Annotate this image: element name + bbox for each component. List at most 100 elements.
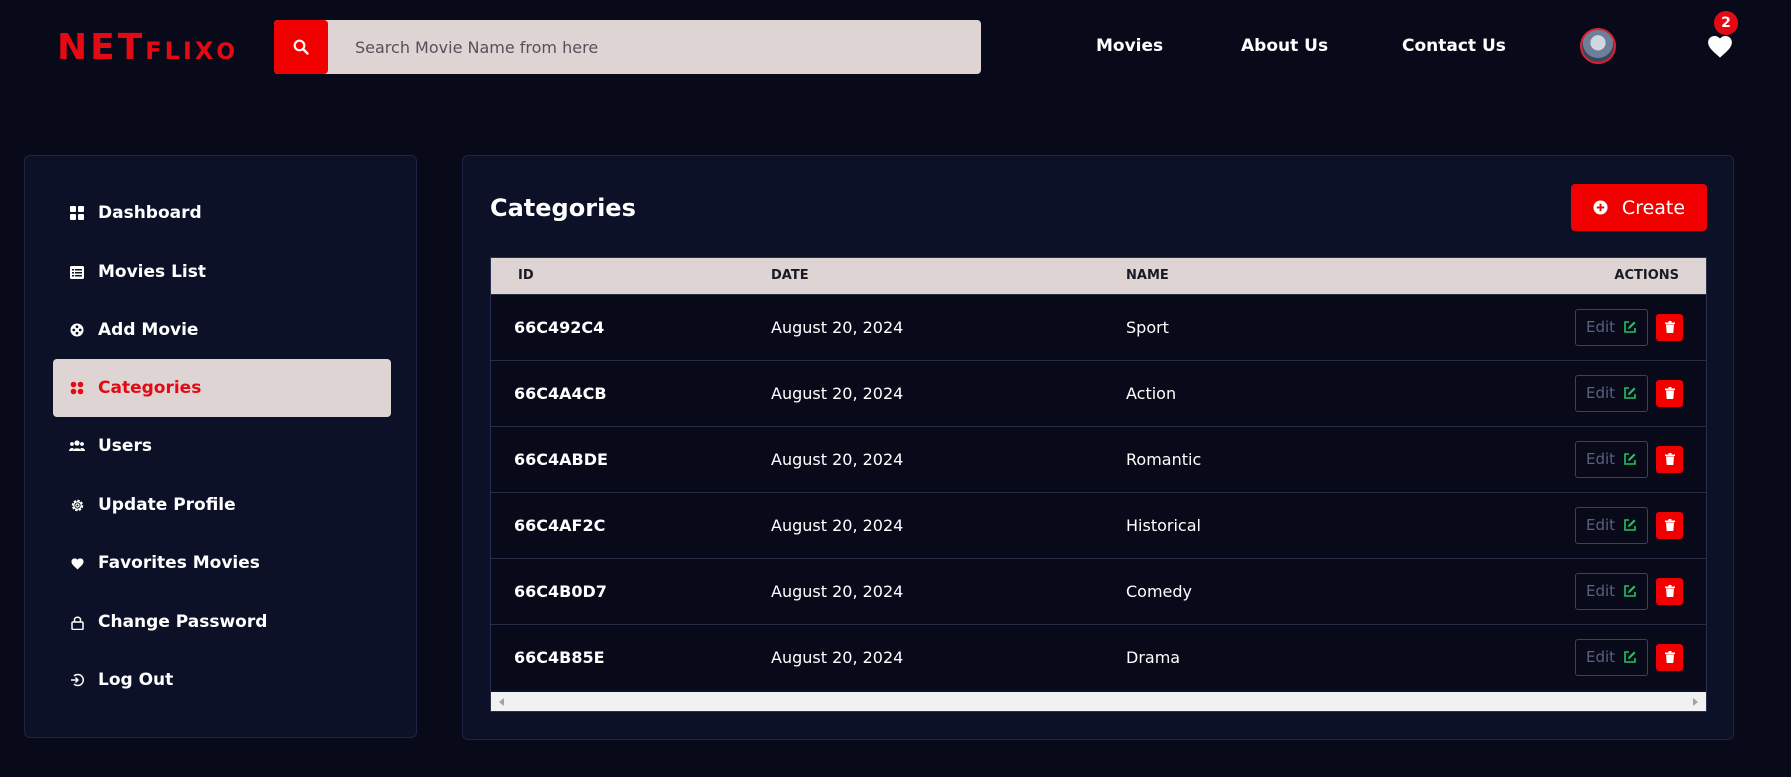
search-icon — [293, 39, 309, 55]
edit-label: Edit — [1585, 384, 1616, 402]
user-avatar[interactable] — [1580, 28, 1616, 64]
create-button[interactable]: Create — [1571, 184, 1707, 231]
edit-icon — [1624, 519, 1636, 531]
sidebar-item-change-password[interactable]: Change Password — [53, 593, 391, 651]
sidebar-item-dashboard[interactable]: Dashboard — [53, 184, 391, 242]
search-bar — [274, 20, 981, 74]
column-header-actions: ACTIONS — [1614, 268, 1679, 284]
nav-contact-us[interactable]: Contact Us — [1402, 36, 1506, 56]
category-date: August 20, 2024 — [771, 581, 904, 601]
edit-button[interactable]: Edit — [1575, 572, 1648, 610]
sidebar-item-movies-list[interactable]: Movies List — [53, 243, 391, 301]
edit-label: Edit — [1585, 450, 1616, 468]
sidebar-item-users[interactable]: Users — [53, 417, 391, 475]
sidebar-item-add-movie[interactable]: Add Movie — [53, 301, 391, 359]
edit-icon — [1624, 453, 1636, 465]
sidebar-item-label: Categories — [98, 378, 202, 398]
sidebar-item-label: Dashboard — [98, 203, 202, 223]
table-header-row: ID DATE NAME ACTIONS — [491, 258, 1706, 294]
search-input[interactable] — [328, 20, 928, 74]
delete-button[interactable] — [1656, 445, 1683, 473]
trash-icon — [1664, 321, 1675, 333]
users-icon — [69, 438, 85, 454]
category-name: Historical — [1126, 515, 1201, 535]
edit-icon — [1624, 585, 1636, 597]
table-row: 66C4B85E August 20, 2024 Drama Edit — [491, 624, 1706, 690]
category-id: 66C492C4 — [514, 317, 605, 337]
row-actions: Edit — [1526, 360, 1706, 426]
delete-button[interactable] — [1656, 511, 1683, 539]
column-header-date: DATE — [771, 268, 809, 284]
category-date: August 20, 2024 — [771, 449, 904, 469]
scroll-left-arrow-icon[interactable] — [499, 697, 504, 706]
trash-icon — [1664, 651, 1675, 664]
delete-button[interactable] — [1656, 577, 1683, 605]
category-name: Action — [1126, 383, 1177, 403]
netflixo-logo[interactable]: NETFLIXO — [57, 30, 238, 66]
gear-icon — [69, 497, 85, 513]
category-date: August 20, 2024 — [771, 383, 904, 403]
table-row: 66C4A4CB August 20, 2024 Action Edit — [491, 360, 1706, 426]
sidebar-item-label: Change Password — [98, 612, 268, 632]
edit-icon — [1624, 651, 1636, 664]
film-reel-icon — [69, 322, 85, 338]
horizontal-scrollbar[interactable] — [491, 692, 1706, 711]
nav-movies[interactable]: Movies — [1096, 36, 1163, 56]
row-actions: Edit — [1526, 492, 1706, 558]
edit-label: Edit — [1585, 318, 1616, 336]
sidebar-item-label: Users — [98, 436, 152, 456]
row-actions: Edit — [1526, 558, 1706, 624]
search-button[interactable] — [274, 20, 328, 74]
categories-table: ID DATE NAME ACTIONS 66C492C4 August 20,… — [490, 257, 1707, 712]
category-date: August 20, 2024 — [771, 647, 904, 667]
category-id: 66C4A4CB — [514, 383, 607, 403]
sidebar-item-categories[interactable]: Categories — [53, 359, 391, 417]
heart-icon — [69, 555, 85, 571]
trash-icon — [1664, 519, 1675, 531]
categories-icon — [69, 380, 85, 396]
row-actions: Edit — [1526, 426, 1706, 492]
dashboard-icon — [69, 205, 85, 221]
table-row: 66C492C4 August 20, 2024 Sport Edit — [491, 294, 1706, 360]
edit-button[interactable]: Edit — [1575, 440, 1648, 478]
edit-label: Edit — [1585, 648, 1616, 667]
trash-icon — [1664, 585, 1675, 597]
column-header-name: NAME — [1126, 268, 1169, 284]
plus-circle-icon — [1593, 200, 1608, 215]
category-date: August 20, 2024 — [771, 317, 904, 337]
edit-button[interactable]: Edit — [1575, 638, 1648, 676]
favorites-count-badge: 2 — [1714, 11, 1738, 35]
delete-button[interactable] — [1656, 313, 1683, 341]
scroll-right-arrow-icon[interactable] — [1693, 697, 1698, 706]
create-label: Create — [1621, 196, 1686, 219]
category-name: Comedy — [1126, 581, 1193, 601]
edit-icon — [1624, 387, 1636, 399]
favorites-heart-icon[interactable] — [1706, 33, 1734, 59]
logout-icon — [69, 672, 85, 688]
sidebar-item-favorites-movies[interactable]: Favorites Movies — [53, 534, 391, 592]
edit-button[interactable]: Edit — [1575, 374, 1648, 412]
category-id: 66C4B85E — [514, 647, 605, 667]
table-row: 66C4AF2C August 20, 2024 Historical Edit — [491, 492, 1706, 558]
sidebar-item-label: Add Movie — [98, 320, 199, 340]
edit-label: Edit — [1585, 516, 1616, 534]
sidebar-item-label: Update Profile — [98, 495, 236, 515]
page-title: Categories — [490, 194, 636, 222]
delete-button[interactable] — [1656, 379, 1683, 407]
categories-panel: Categories Create ID DATE NAME ACTIONS 6… — [462, 155, 1734, 740]
delete-button[interactable] — [1656, 643, 1683, 671]
category-name: Sport — [1126, 317, 1169, 337]
trash-icon — [1664, 453, 1675, 465]
category-name: Drama — [1126, 647, 1181, 667]
sidebar: Dashboard Movies List Add Movie Categori… — [24, 155, 417, 738]
edit-button[interactable]: Edit — [1575, 308, 1648, 346]
edit-button[interactable]: Edit — [1575, 506, 1648, 544]
sidebar-item-update-profile[interactable]: Update Profile — [53, 476, 391, 534]
column-header-id: ID — [518, 268, 534, 284]
nav-about-us[interactable]: About Us — [1241, 36, 1328, 56]
table-row: 66C4B0D7 August 20, 2024 Comedy Edit — [491, 558, 1706, 624]
table-row: 66C4ABDE August 20, 2024 Romantic Edit — [491, 426, 1706, 492]
sidebar-item-label: Favorites Movies — [98, 553, 260, 573]
trash-icon — [1664, 387, 1675, 399]
sidebar-item-log-out[interactable]: Log Out — [53, 651, 391, 709]
